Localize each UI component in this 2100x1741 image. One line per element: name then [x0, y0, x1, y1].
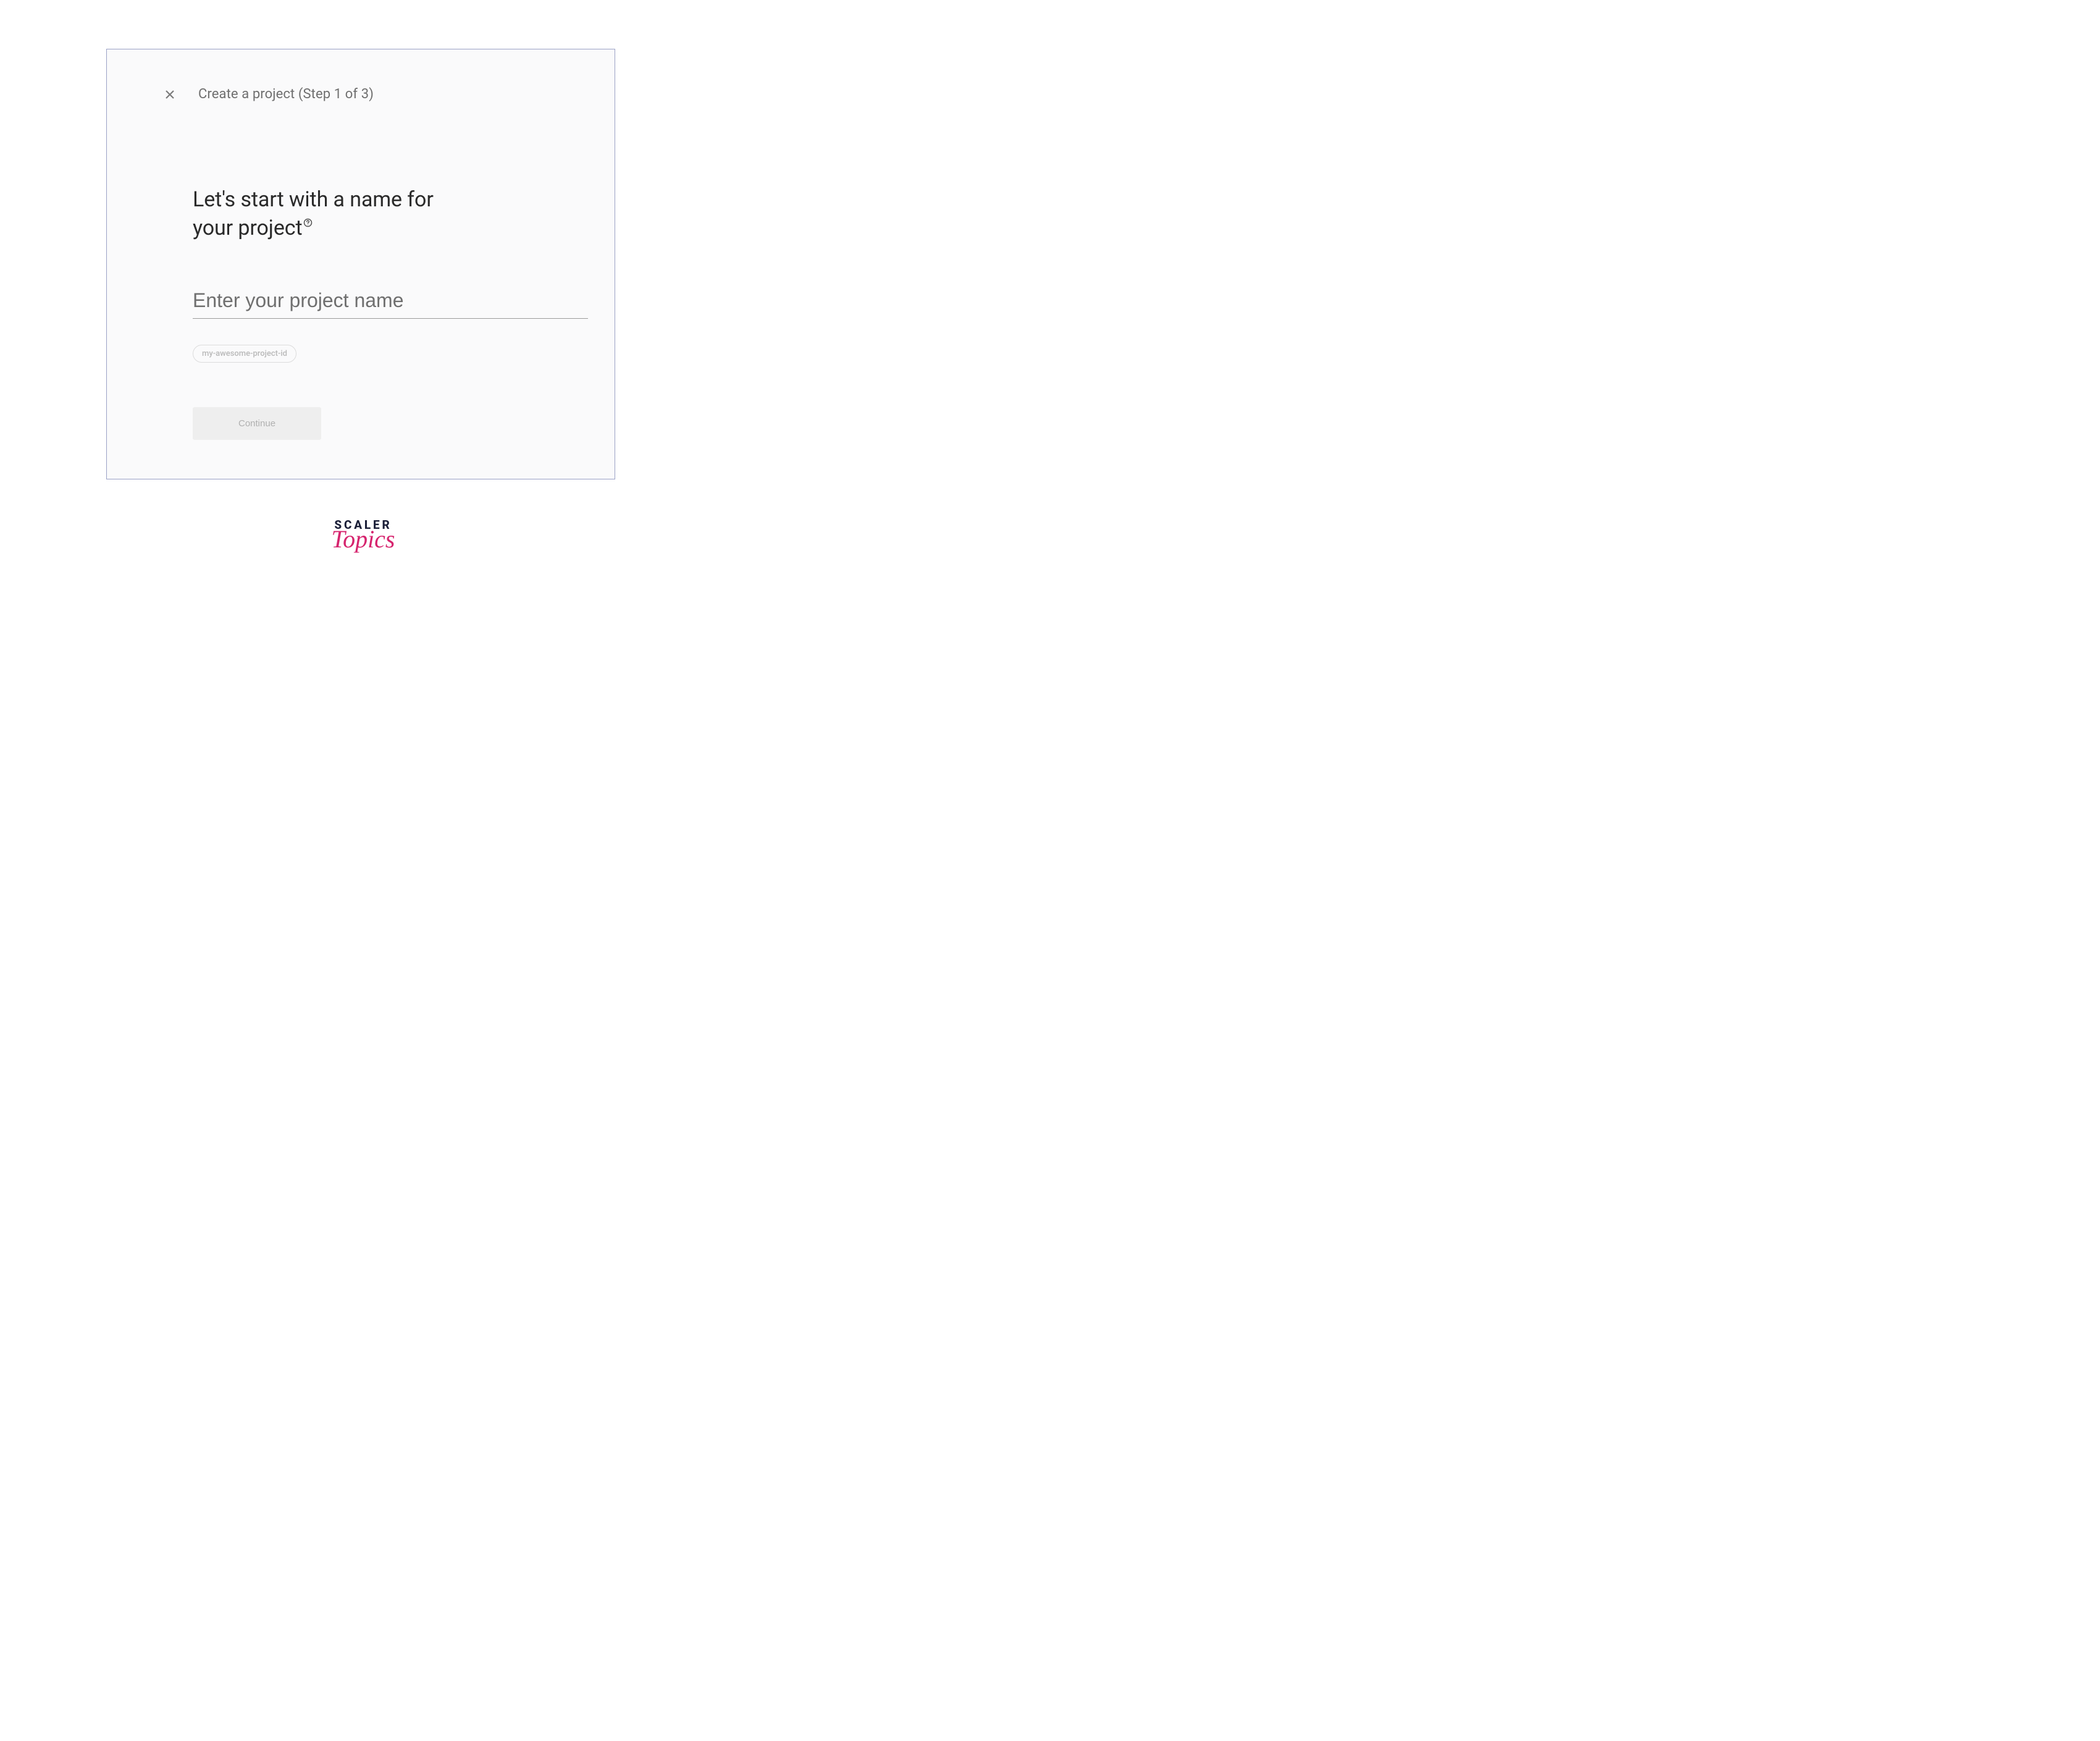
heading-line-1: Let's start with a name for [193, 187, 434, 212]
project-name-field-wrap [193, 287, 588, 319]
help-icon[interactable] [303, 218, 313, 227]
heading-line-2: your project [193, 216, 302, 240]
logo-brand-bottom: Topics [331, 531, 395, 548]
project-id-chip[interactable]: my-awesome-project-id [193, 345, 296, 363]
create-project-panel: Create a project (Step 1 of 3) Let's sta… [106, 49, 615, 479]
continue-button[interactable]: Continue [193, 407, 321, 440]
panel-content: Let's start with a name for your project… [193, 185, 592, 440]
main-heading: Let's start with a name for your project [193, 185, 592, 242]
panel-title: Create a project (Step 1 of 3) [198, 86, 374, 102]
project-name-input[interactable] [193, 287, 588, 316]
close-icon[interactable] [164, 88, 176, 101]
panel-header: Create a project (Step 1 of 3) [164, 86, 374, 102]
scaler-topics-logo: SCALER Topics [331, 518, 395, 548]
